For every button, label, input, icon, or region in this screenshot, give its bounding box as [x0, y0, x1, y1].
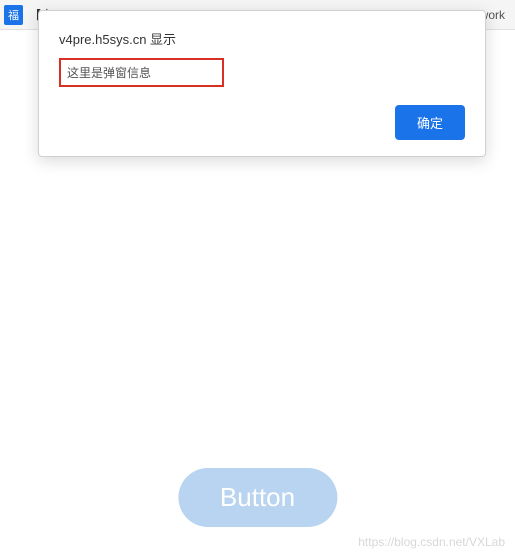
- dialog-title: v4pre.h5sys.cn 显示: [59, 29, 465, 48]
- top-bar-badge: 福: [4, 5, 23, 25]
- ok-button[interactable]: 确定: [395, 105, 465, 140]
- alert-dialog: v4pre.h5sys.cn 显示 这里是弹窗信息 确定: [38, 10, 486, 157]
- main-button[interactable]: Button: [178, 468, 337, 527]
- dialog-actions: 确定: [59, 105, 465, 140]
- dialog-message: 这里是弹窗信息: [67, 64, 216, 81]
- watermark-text: https://blog.csdn.net/VXLab: [358, 535, 505, 549]
- dialog-message-highlight: 这里是弹窗信息: [59, 58, 224, 87]
